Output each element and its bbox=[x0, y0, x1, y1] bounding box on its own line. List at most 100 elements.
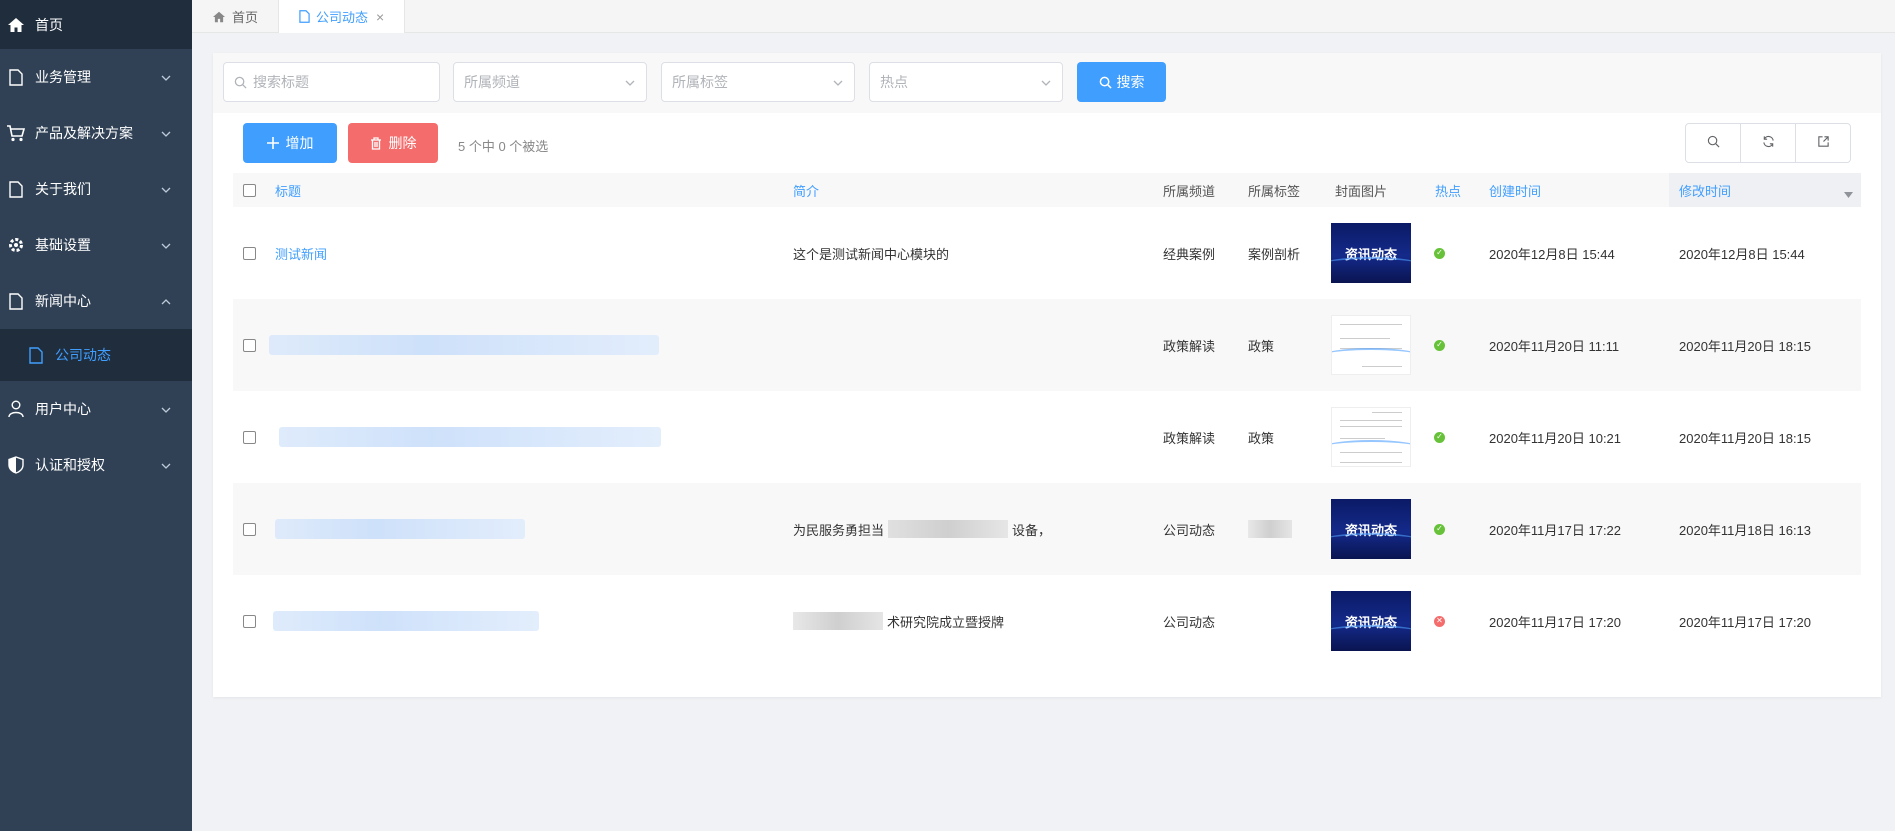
home-icon bbox=[6, 15, 26, 35]
tag-select[interactable]: 所属标签 bbox=[661, 62, 855, 102]
row-cover[interactable] bbox=[1331, 391, 1411, 483]
column-modified[interactable]: 修改时间 bbox=[1669, 173, 1861, 207]
column-summary[interactable]: 简介 bbox=[793, 173, 819, 207]
row-created: 2020年12月8日 15:44 bbox=[1489, 246, 1615, 262]
row-hot: ✓ bbox=[1434, 207, 1445, 299]
document-icon bbox=[6, 179, 26, 199]
refresh-button[interactable] bbox=[1741, 124, 1796, 162]
chevron-down-icon bbox=[160, 239, 172, 251]
tab-company-news[interactable]: 公司动态 × bbox=[279, 0, 406, 33]
row-summary-end: 设备， bbox=[1012, 522, 1052, 538]
content-card: 搜索标题 所属频道 所属标签 热点 搜索 增加 删除 5 个中 0 个被选 标题… bbox=[213, 53, 1881, 697]
row-cover[interactable]: 资讯动态 bbox=[1331, 575, 1411, 667]
channel-placeholder: 所属频道 bbox=[464, 74, 520, 90]
cover-image bbox=[1331, 315, 1411, 375]
hot-select[interactable]: 热点 bbox=[869, 62, 1063, 102]
table-row[interactable]: 术研究院成立暨授牌 公司动态 资讯动态 ✕ 2020年11月17日 17:20 … bbox=[233, 575, 1861, 667]
row-created: 2020年11月17日 17:20 bbox=[1489, 614, 1622, 630]
trash-icon bbox=[370, 136, 382, 150]
row-title-redacted bbox=[275, 483, 525, 575]
row-summary: 这个是测试新闻中心模块的 bbox=[793, 246, 950, 262]
row-tag: 政策 bbox=[1248, 430, 1275, 446]
row-modified: 2020年11月20日 18:15 bbox=[1679, 430, 1812, 446]
document-icon bbox=[6, 291, 26, 311]
check-icon: ✓ bbox=[1434, 339, 1445, 351]
search-input[interactable]: 搜索标题 bbox=[223, 62, 440, 102]
cross-icon: ✕ bbox=[1434, 615, 1445, 627]
sidebar-item-label: 公司动态 bbox=[55, 347, 111, 363]
column-cover: 封面图片 bbox=[1335, 183, 1388, 199]
search-icon bbox=[1707, 135, 1720, 151]
cover-image: 资讯动态 bbox=[1331, 223, 1411, 283]
check-icon: ✓ bbox=[1434, 431, 1445, 443]
search-button[interactable]: 搜索 bbox=[1077, 62, 1166, 102]
row-channel: 公司动态 bbox=[1163, 522, 1216, 538]
plus-icon bbox=[266, 137, 279, 149]
table-row[interactable]: 政策解读 政策 ✓ 2020年11月20日 11:11 2020年11月20日 … bbox=[233, 299, 1861, 391]
sidebar-item-about[interactable]: 关于我们 bbox=[0, 161, 192, 217]
shield-icon bbox=[6, 455, 26, 475]
table-row[interactable]: 测试新闻 这个是测试新闻中心模块的 经典案例 案例剖析 资讯动态 ✓ 2020年… bbox=[233, 207, 1861, 299]
row-modified: 2020年11月20日 18:15 bbox=[1679, 338, 1812, 354]
home-icon bbox=[212, 11, 226, 23]
sidebar-item-label: 用户中心 bbox=[35, 401, 91, 417]
row-cover[interactable] bbox=[1331, 299, 1411, 391]
tab-home[interactable]: 首页 bbox=[192, 0, 280, 33]
sidebar-item-settings[interactable]: 基础设置 bbox=[0, 217, 192, 273]
row-title[interactable]: 测试新闻 bbox=[275, 207, 327, 299]
column-title[interactable]: 标题 bbox=[275, 173, 301, 207]
row-summary: 术研究院成立暨授牌 bbox=[793, 575, 1004, 667]
cover-image: 资讯动态 bbox=[1331, 499, 1411, 559]
table-row[interactable]: 为民服务勇担当 设备， 公司动态 资讯动态 ✓ 2020年11月17日 17:2… bbox=[233, 483, 1861, 575]
add-button[interactable]: 增加 bbox=[243, 123, 337, 163]
row-checkbox[interactable] bbox=[243, 575, 256, 667]
toggle-search-button[interactable] bbox=[1686, 124, 1741, 162]
sidebar-item-label: 新闻中心 bbox=[35, 293, 91, 309]
channel-select[interactable]: 所属频道 bbox=[453, 62, 647, 102]
select-all-checkbox[interactable] bbox=[243, 173, 256, 207]
sidebar-item-label: 产品及解决方案 bbox=[35, 125, 133, 141]
search-placeholder: 搜索标题 bbox=[253, 74, 309, 90]
row-checkbox[interactable] bbox=[243, 299, 256, 391]
row-checkbox[interactable] bbox=[243, 483, 256, 575]
cover-image: 资讯动态 bbox=[1331, 591, 1411, 651]
table-row[interactable]: 政策解读 政策 ✓ 2020年11月20日 10:21 2020年11月20日 … bbox=[233, 391, 1861, 483]
row-channel: 政策解读 bbox=[1163, 430, 1216, 446]
hot-placeholder: 热点 bbox=[880, 74, 908, 90]
sidebar-item-business[interactable]: 业务管理 bbox=[0, 49, 192, 105]
chevron-down-icon bbox=[624, 76, 636, 92]
delete-button[interactable]: 删除 bbox=[348, 123, 438, 163]
row-cover[interactable]: 资讯动态 bbox=[1331, 207, 1411, 299]
delete-button-label: 删除 bbox=[388, 135, 417, 151]
add-button-label: 增加 bbox=[285, 135, 314, 151]
row-checkbox[interactable] bbox=[243, 207, 256, 299]
sidebar-item-label: 业务管理 bbox=[35, 69, 91, 85]
row-title-redacted bbox=[273, 575, 539, 667]
export-button[interactable] bbox=[1796, 124, 1850, 162]
selection-info: 5 个中 0 个被选 bbox=[458, 139, 549, 154]
row-tag-redacted bbox=[1248, 483, 1292, 575]
column-created[interactable]: 创建时间 bbox=[1489, 173, 1541, 207]
row-cover[interactable]: 资讯动态 bbox=[1331, 483, 1411, 575]
table-header: 标题 简介 所属频道 所属标签 封面图片 热点 创建时间 修改时间 bbox=[233, 173, 1861, 207]
document-icon bbox=[6, 67, 26, 87]
document-icon bbox=[299, 10, 310, 23]
sidebar-item-home[interactable]: 首页 bbox=[0, 0, 192, 49]
sidebar-item-users[interactable]: 用户中心 bbox=[0, 381, 192, 437]
close-icon[interactable]: × bbox=[376, 9, 384, 25]
sidebar: 首页 业务管理 产品及解决方案 关于我们 基础设置 新闻中心 公司动态 用户中心… bbox=[0, 0, 192, 831]
chevron-down-icon bbox=[160, 127, 172, 139]
row-created: 2020年11月20日 11:11 bbox=[1489, 338, 1620, 354]
table-tools bbox=[1685, 123, 1851, 163]
chevron-down-icon bbox=[160, 71, 172, 83]
row-tag: 政策 bbox=[1248, 338, 1275, 354]
search-icon bbox=[234, 76, 247, 89]
sidebar-item-news[interactable]: 新闻中心 bbox=[0, 273, 192, 329]
sidebar-item-company-news[interactable]: 公司动态 bbox=[0, 329, 192, 381]
row-checkbox[interactable] bbox=[243, 391, 256, 483]
column-hot[interactable]: 热点 bbox=[1435, 173, 1461, 207]
sidebar-item-products[interactable]: 产品及解决方案 bbox=[0, 105, 192, 161]
row-hot: ✕ bbox=[1434, 575, 1445, 667]
sidebar-item-auth[interactable]: 认证和授权 bbox=[0, 437, 192, 493]
cover-image bbox=[1331, 407, 1411, 467]
